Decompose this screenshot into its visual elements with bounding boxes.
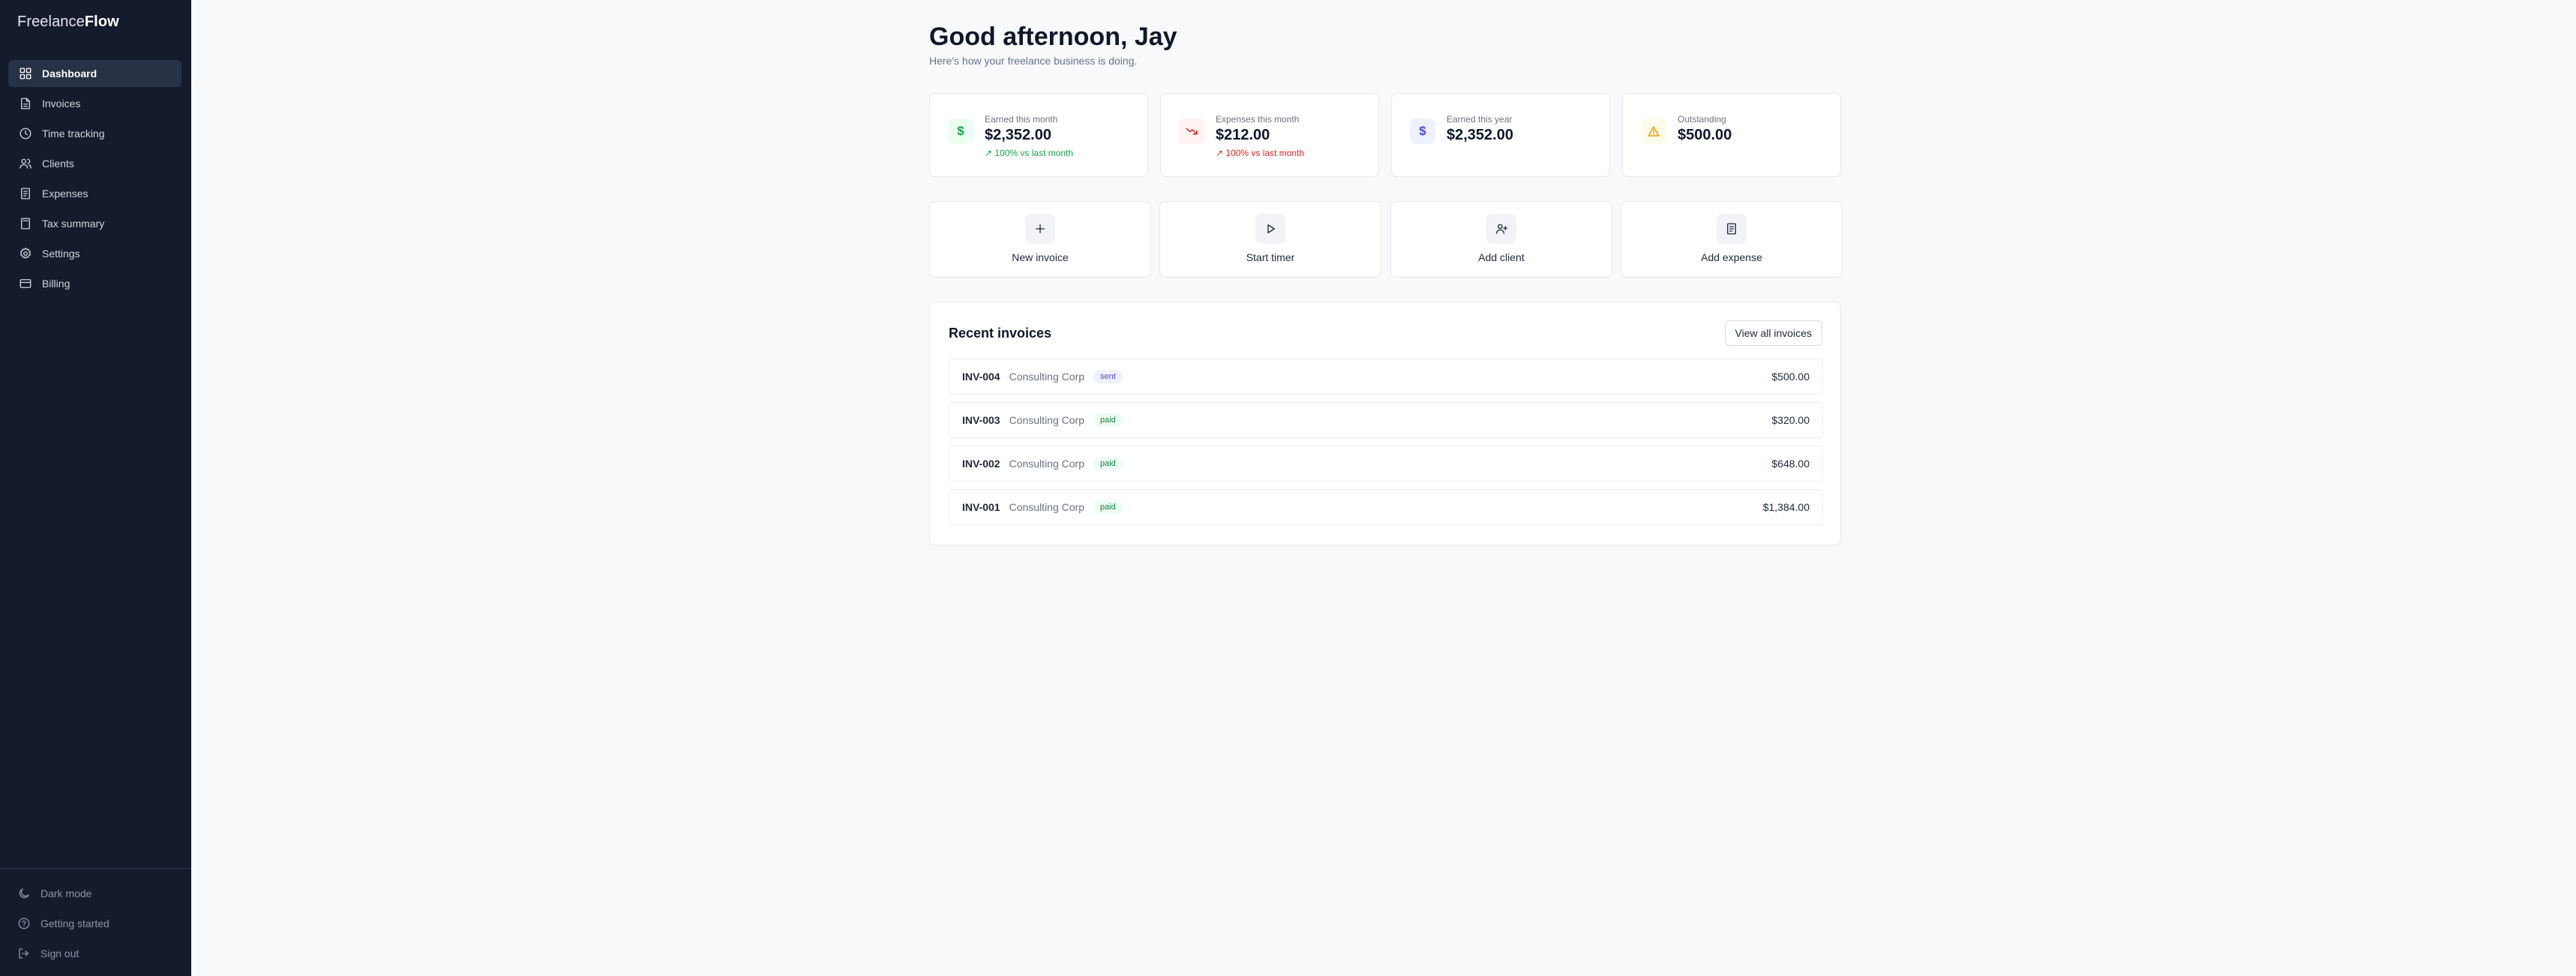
- brand-bold: Flow: [84, 14, 119, 30]
- calculator-icon: [19, 217, 32, 230]
- stat-change: ↗ 100% vs last month: [985, 148, 1074, 158]
- receipt-icon: [1717, 214, 1747, 244]
- invoice-id: INV-004: [962, 371, 1000, 383]
- status-badge: sent: [1093, 370, 1123, 383]
- getting-started-link[interactable]: Getting started: [8, 911, 181, 936]
- moon-icon: [17, 887, 31, 900]
- clock-icon: [19, 127, 32, 140]
- invoice-amount: $320.00: [1771, 414, 1810, 426]
- stat-card-earned-month: $ Earned this month $2,352.00 ↗ 100% vs …: [929, 93, 1148, 177]
- brand-logo[interactable]: FreelanceFlow: [17, 14, 119, 31]
- page-subtitle: Here's how your freelance business is do…: [929, 55, 1138, 67]
- receipt-icon: [19, 187, 32, 200]
- status-badge: paid: [1093, 413, 1123, 427]
- invoice-id: INV-001: [962, 501, 1000, 513]
- sidebar-divider: [0, 868, 191, 869]
- alert-triangle-icon: [1641, 119, 1666, 144]
- sidebar-item-tax-summary[interactable]: Tax summary: [8, 210, 181, 237]
- plus-icon: [1025, 214, 1055, 244]
- sidebar-item-expenses[interactable]: Expenses: [8, 180, 181, 207]
- action-label: Add expense: [1701, 251, 1762, 263]
- sidebar-item-label: Dashboard: [42, 68, 97, 80]
- recent-invoices-title: Recent invoices: [949, 326, 1052, 341]
- view-all-invoices-button[interactable]: View all invoices: [1724, 320, 1822, 346]
- bottom-item-label: Sign out: [40, 947, 79, 959]
- trending-down-icon: [1179, 119, 1204, 144]
- action-label: New invoice: [1012, 251, 1069, 263]
- new-invoice-button[interactable]: New invoice: [929, 201, 1151, 278]
- stat-value: $2,352.00: [985, 127, 1051, 143]
- sidebar-item-label: Expenses: [42, 188, 88, 200]
- dollar-icon: $: [1410, 119, 1435, 144]
- invoice-amount: $1,384.00: [1762, 501, 1810, 513]
- stat-value: $2,352.00: [1447, 127, 1513, 143]
- sidebar-item-billing[interactable]: Billing: [8, 270, 181, 297]
- stat-label: Expenses this month: [1216, 114, 1300, 125]
- dollar-icon: $: [948, 119, 973, 144]
- dark-mode-toggle[interactable]: Dark mode: [8, 881, 181, 906]
- action-label: Start timer: [1246, 251, 1295, 263]
- sidebar-item-dashboard[interactable]: Dashboard: [8, 60, 181, 87]
- invoice-client: Consulting Corp: [1009, 501, 1084, 513]
- brand-prefix: Freelance: [17, 14, 85, 30]
- gear-icon: [19, 247, 32, 260]
- stat-card-earned-year: $ Earned this year $2,352.00: [1391, 93, 1610, 177]
- credit-card-icon: [19, 277, 32, 290]
- stat-label: Earned this year: [1447, 114, 1513, 125]
- start-timer-button[interactable]: Start timer: [1159, 201, 1381, 278]
- recent-invoices-panel: Recent invoices View all invoices INV-00…: [929, 302, 1841, 545]
- stat-value: $212.00: [1216, 127, 1270, 143]
- help-circle-icon: [17, 917, 31, 930]
- sidebar-item-label: Billing: [42, 278, 70, 290]
- sidebar: FreelanceFlow Dashboard Invoices Time tr…: [0, 0, 191, 976]
- stat-label: Earned this month: [985, 114, 1058, 125]
- user-plus-icon: [1486, 214, 1516, 244]
- page-title: Good afternoon, Jay: [929, 23, 1177, 51]
- stat-card-outstanding: Outstanding $500.00: [1622, 93, 1841, 177]
- action-label: Add client: [1478, 251, 1525, 263]
- users-icon: [19, 157, 32, 170]
- invoice-amount: $500.00: [1771, 371, 1810, 383]
- table-row[interactable]: INV-001 Consulting Corp paid $1,384.00: [949, 489, 1823, 525]
- invoice-client: Consulting Corp: [1009, 458, 1084, 470]
- dashboard-icon: [19, 67, 32, 80]
- add-expense-button[interactable]: Add expense: [1621, 201, 1843, 278]
- sidebar-item-time-tracking[interactable]: Time tracking: [8, 120, 181, 147]
- sidebar-item-settings[interactable]: Settings: [8, 240, 181, 267]
- status-badge: paid: [1093, 500, 1123, 514]
- sign-out-button[interactable]: Sign out: [8, 941, 181, 966]
- status-badge: paid: [1093, 457, 1123, 470]
- stat-card-expenses-month: Expenses this month $212.00 ↗ 100% vs la…: [1160, 93, 1379, 177]
- table-row[interactable]: INV-004 Consulting Corp sent $500.00: [949, 359, 1823, 395]
- table-row[interactable]: INV-002 Consulting Corp paid $648.00: [949, 446, 1823, 482]
- invoice-id: INV-003: [962, 414, 1000, 426]
- stat-value: $500.00: [1678, 127, 1732, 143]
- sidebar-item-clients[interactable]: Clients: [8, 150, 181, 177]
- bottom-item-label: Dark mode: [40, 887, 92, 899]
- stat-label: Outstanding: [1678, 114, 1726, 125]
- file-icon: [19, 97, 32, 110]
- table-row[interactable]: INV-003 Consulting Corp paid $320.00: [949, 402, 1823, 438]
- add-client-button[interactable]: Add client: [1390, 201, 1612, 278]
- sign-out-icon: [17, 947, 31, 960]
- invoice-amount: $648.00: [1771, 458, 1810, 470]
- sidebar-item-label: Tax summary: [42, 218, 105, 230]
- sidebar-item-invoices[interactable]: Invoices: [8, 90, 181, 117]
- stat-change: ↗ 100% vs last month: [1216, 148, 1305, 158]
- sidebar-item-label: Settings: [42, 248, 80, 260]
- bottom-item-label: Getting started: [40, 917, 109, 929]
- invoice-client: Consulting Corp: [1009, 371, 1084, 383]
- play-icon: [1255, 214, 1285, 244]
- invoice-id: INV-002: [962, 458, 1000, 470]
- invoice-client: Consulting Corp: [1009, 414, 1084, 426]
- sidebar-item-label: Time tracking: [42, 128, 105, 140]
- sidebar-item-label: Clients: [42, 158, 74, 170]
- sidebar-item-label: Invoices: [42, 98, 81, 110]
